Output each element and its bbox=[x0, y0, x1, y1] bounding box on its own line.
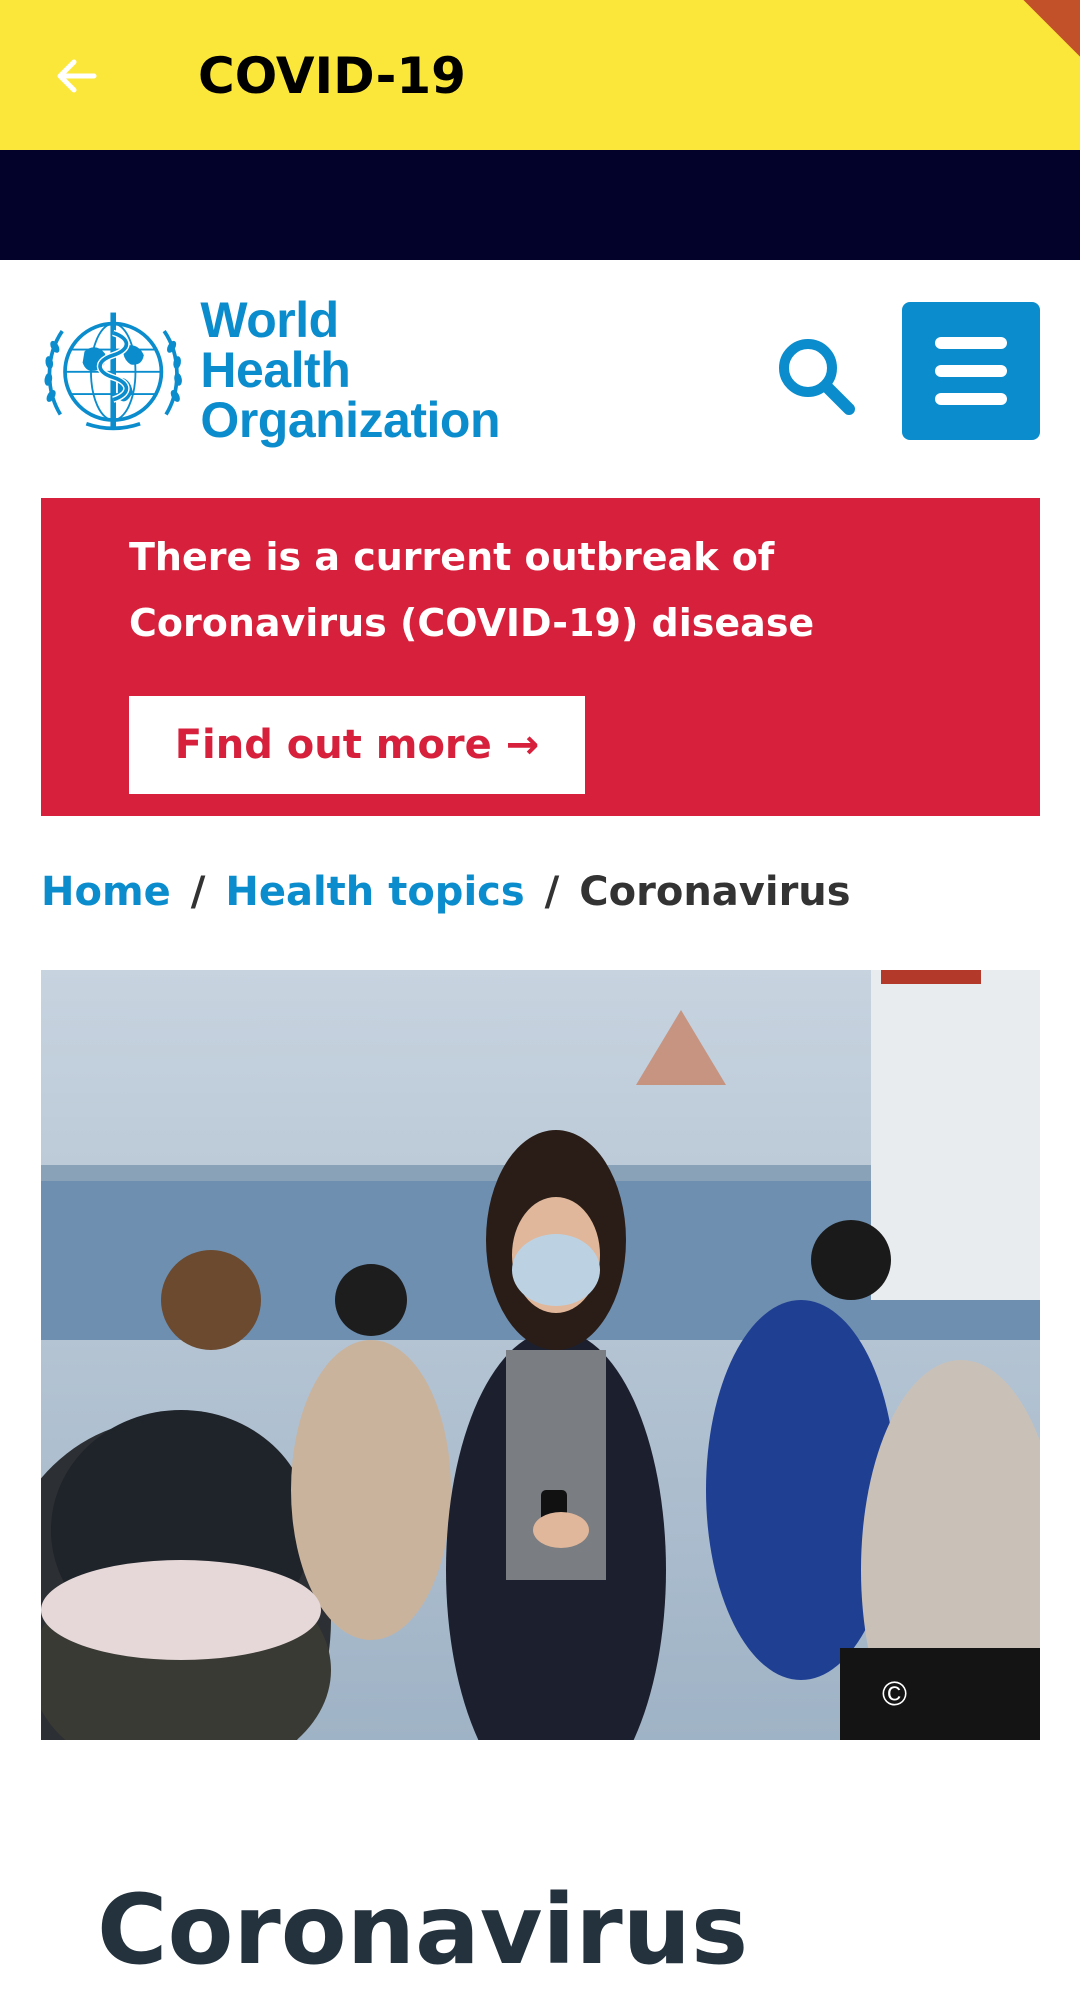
hamburger-bar bbox=[935, 365, 1007, 377]
who-emblem-icon bbox=[44, 312, 182, 431]
wordmark-line-2: Organization bbox=[200, 392, 500, 448]
breadcrumb-current: Coronavirus bbox=[579, 869, 851, 915]
alert-message: There is a current outbreak of Coronavir… bbox=[129, 524, 909, 656]
wordmark-line-1: World Health bbox=[200, 292, 351, 398]
alert-line-2: Coronavirus (COVID-19) disease bbox=[129, 601, 815, 645]
breadcrumb-health-topics[interactable]: Health topics bbox=[225, 869, 524, 915]
breadcrumb-separator: / bbox=[544, 869, 560, 915]
site-header: World Health Organization bbox=[0, 260, 1080, 470]
breadcrumb: Home / Health topics / Coronavirus bbox=[41, 862, 851, 922]
corner-ribbon bbox=[1023, 0, 1080, 57]
menu-button[interactable] bbox=[902, 302, 1040, 440]
find-out-more-button[interactable]: Find out more → bbox=[129, 696, 585, 794]
copyright-badge[interactable]: © bbox=[840, 1648, 1040, 1740]
arrow-left-icon bbox=[57, 59, 97, 93]
back-button[interactable] bbox=[44, 44, 108, 108]
app-bar-title: COVID-19 bbox=[198, 47, 466, 105]
hamburger-bar bbox=[935, 393, 1007, 405]
cta-label: Find out more bbox=[174, 722, 492, 768]
hero-image: © bbox=[41, 970, 1040, 1740]
page-title: Coronavirus bbox=[97, 1874, 749, 1986]
hamburger-icon bbox=[935, 337, 1007, 349]
alert-line-1: There is a current outbreak of bbox=[129, 535, 775, 579]
app-bar: COVID-19 bbox=[0, 0, 1080, 150]
who-logo[interactable]: World Health Organization bbox=[40, 295, 500, 445]
breadcrumb-separator: / bbox=[190, 869, 206, 915]
breadcrumb-home[interactable]: Home bbox=[41, 869, 171, 915]
crowd-photo bbox=[41, 970, 1040, 1740]
arrow-right-icon: → bbox=[505, 722, 540, 768]
search-button[interactable] bbox=[772, 332, 862, 422]
magnifier-icon bbox=[779, 339, 855, 415]
who-wordmark: World Health Organization bbox=[200, 295, 500, 445]
outbreak-alert: There is a current outbreak of Coronavir… bbox=[41, 498, 1040, 816]
status-band bbox=[0, 150, 1080, 260]
